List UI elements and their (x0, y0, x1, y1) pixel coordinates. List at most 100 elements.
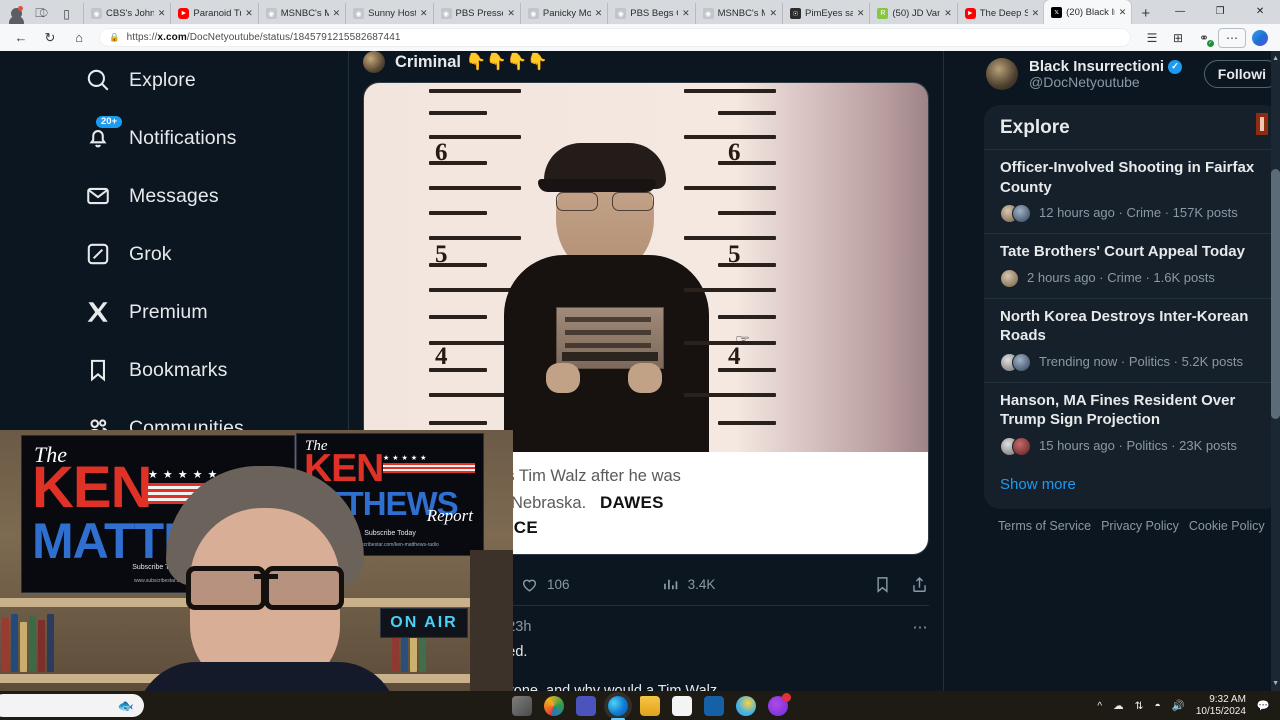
browser-essentials-icon[interactable]: ⚭ ✓ (1192, 28, 1216, 48)
reload-icon[interactable]: ↻ (37, 27, 63, 49)
trend-item[interactable]: North Korea Destroys Inter-Korean Roads … (984, 297, 1280, 382)
sidebar-item-notifications[interactable]: 20+ Notifications (82, 109, 347, 167)
collections-icon[interactable]: ⊞ (1166, 28, 1190, 48)
tab-close-icon[interactable]: ✕ (245, 8, 253, 19)
bookmark-button[interactable] (873, 575, 892, 594)
tab-close-icon[interactable]: ✕ (944, 8, 952, 19)
reply-more-options-icon[interactable]: ⋯ (913, 618, 930, 636)
browser-tab-1[interactable]: ► Paranoid Tuc ✕ (170, 3, 257, 24)
tab-vertical-layout-icon[interactable]: ▯ (59, 6, 74, 21)
avatar[interactable] (363, 51, 385, 73)
notification-icon[interactable]: 💬 (1257, 699, 1270, 712)
network-icon[interactable]: ⇅ (1135, 700, 1144, 712)
page-scrollbar[interactable]: ▲ ▼ (1271, 51, 1280, 691)
terms-of-service-link[interactable]: Terms of Service (998, 519, 1091, 533)
show-more-link[interactable]: Show more (984, 466, 1280, 505)
account-header-row[interactable]: Black Insurrectioni ✓ @DocNetyoutube Fol… (972, 51, 1280, 97)
taskbar-clock[interactable]: 9:32 AM 10/15/2024 (1196, 694, 1246, 717)
browser-tab-2[interactable]: ◉ MSNBC's Mi ✕ (257, 3, 345, 24)
tab-favicon: ◉ (615, 8, 627, 19)
address-bar[interactable]: 🔒 https://x.com/DocNetyoutube/status/184… (99, 28, 1131, 47)
microsoft-store-icon[interactable] (672, 695, 692, 716)
maximize-restore-button[interactable]: ❐ (1200, 0, 1240, 22)
tab-close-icon[interactable]: ✕ (1032, 8, 1040, 19)
settings-more-icon[interactable]: ⋯ (1218, 27, 1246, 48)
mugshot-image[interactable]: 6 5 4 6 5 4 ☞ (364, 83, 928, 452)
tab-close-icon[interactable]: ✕ (595, 8, 603, 19)
views-button[interactable]: 3.4K (661, 575, 715, 594)
browser-tab-4[interactable]: ◉ PBS Presses ✕ (432, 3, 520, 24)
tab-close-icon[interactable]: ✕ (769, 8, 777, 19)
paint-icon[interactable] (736, 695, 756, 716)
height-mark-6-right: 6 (728, 139, 741, 166)
tab-actions-menu-icon[interactable]: ⎄ (34, 6, 49, 21)
audacity-icon[interactable] (704, 695, 724, 716)
trend-face-pile (1000, 352, 1031, 372)
following-button[interactable]: Followi (1203, 60, 1280, 88)
sidebar-item-messages[interactable]: Messages (82, 167, 347, 225)
browser-tab-9[interactable]: R (50) JD Vanc ✕ (869, 3, 956, 24)
like-button[interactable]: 106 (520, 575, 570, 594)
scroll-down-arrow-icon[interactable]: ▼ (1272, 680, 1279, 687)
tab-title: MSNBC's Mi (717, 8, 766, 19)
tab-close-icon[interactable]: ✕ (420, 8, 428, 19)
account-display-name: Black Insurrectioni ✓ (1029, 58, 1183, 75)
tabstrip-left-controls: ⎄ ▯ (0, 6, 83, 24)
sidebar-item-bookmarks[interactable]: Bookmarks (82, 341, 347, 399)
new-tab-button[interactable]: + (1131, 5, 1160, 24)
tab-close-icon[interactable]: ✕ (682, 8, 690, 19)
trend-item[interactable]: Officer-Involved Shooting in Fairfax Cou… (984, 149, 1280, 233)
tab-close-icon[interactable]: ✕ (158, 8, 166, 19)
sidebar-item-explore[interactable]: Explore (82, 51, 347, 109)
browser-tab-7[interactable]: ◉ MSNBC's Mi ✕ (694, 3, 782, 24)
close-window-button[interactable]: ✕ (1240, 0, 1280, 22)
browser-tab-6[interactable]: ◉ PBS Begs Oh ✕ (607, 3, 694, 24)
navigation-bar: ← ↻ ⌂ 🔒 https://x.com/DocNetyoutube/stat… (0, 24, 1280, 51)
tab-close-icon[interactable]: ✕ (1119, 7, 1127, 18)
tab-close-icon[interactable]: ✕ (857, 8, 865, 19)
wifi-icon[interactable]: ◓ (1154, 700, 1160, 712)
share-button[interactable] (910, 575, 929, 594)
sidebar-navigation: Explore 20+ Notifications Messages Grok (82, 51, 347, 457)
profile-avatar-icon[interactable] (9, 6, 24, 24)
onedrive-icon[interactable]: ☁ (1113, 700, 1124, 712)
browser-tab-5[interactable]: ◉ Panicky Mor ✕ (519, 3, 607, 24)
browser-tab-3[interactable]: ◉ Sunny Hostin ✕ (345, 3, 432, 24)
edge-icon[interactable] (608, 695, 628, 720)
file-explorer-icon[interactable] (640, 695, 660, 716)
tab-close-icon[interactable]: ✕ (333, 8, 341, 19)
post-header-text-row: Criminal 👇👇👇👇 (349, 51, 943, 73)
copilot-icon[interactable] (1248, 28, 1272, 48)
trend-item[interactable]: Hanson, MA Fines Resident Over Trump Sig… (984, 381, 1280, 466)
scroll-up-arrow-icon[interactable]: ▲ (1272, 55, 1279, 62)
browser-tab-0[interactable]: ◉ CBS's John D ✕ (83, 3, 170, 24)
scrollbar-thumb[interactable] (1271, 169, 1280, 419)
browser-tab-8[interactable]: ☉ PimEyes says ✕ (782, 3, 869, 24)
tray-chevron-icon[interactable]: ^ (1097, 700, 1102, 712)
sidebar-item-premium[interactable]: Premium (82, 283, 347, 341)
cookie-policy-link[interactable]: Cookie Policy (1189, 519, 1265, 533)
sidebar-item-grok[interactable]: Grok (82, 225, 347, 283)
otter-icon[interactable] (768, 692, 791, 716)
avatar[interactable] (986, 58, 1018, 90)
tab-strip: ⎄ ▯ ◉ CBS's John D ✕ ► Paranoid Tuc ✕ ◉ … (0, 0, 1280, 24)
video-overlay-ken-matthews-report[interactable]: The KEN ★★★★★ MATTHE Subscribe Today www… (0, 430, 513, 692)
browser-tab-active-black-insurrectionist[interactable]: 𝕩 (20) Black Ins ✕ (1044, 0, 1132, 24)
home-icon[interactable]: ⌂ (66, 27, 92, 49)
trend-meta-row: 12 hours ago · Crime · 157K posts (1000, 204, 1264, 223)
task-view-icon[interactable] (512, 695, 532, 716)
office-icon[interactable] (544, 695, 564, 716)
tab-favicon: ◉ (353, 8, 365, 19)
taskbar-search-box[interactable]: 🐟 (0, 694, 144, 717)
minimize-button[interactable]: — (1160, 0, 1200, 22)
volume-icon[interactable]: 🔊 (1172, 699, 1185, 712)
tab-close-icon[interactable]: ✕ (507, 8, 515, 19)
nav-right-icons: ☰ ⊞ ⚭ ✓ ⋯ (1140, 27, 1272, 48)
favorites-icon[interactable]: ☰ (1140, 28, 1164, 48)
browser-tab-10[interactable]: ► The Deep So ✕ (956, 3, 1044, 24)
privacy-policy-link[interactable]: Privacy Policy (1101, 519, 1179, 533)
trend-title: Hanson, MA Fines Resident Over Trump Sig… (1000, 391, 1236, 429)
teams-icon[interactable] (576, 695, 596, 716)
trend-item[interactable]: Tate Brothers' Court Appeal Today 2 hour… (984, 233, 1280, 298)
back-arrow-icon[interactable]: ← (8, 27, 34, 49)
